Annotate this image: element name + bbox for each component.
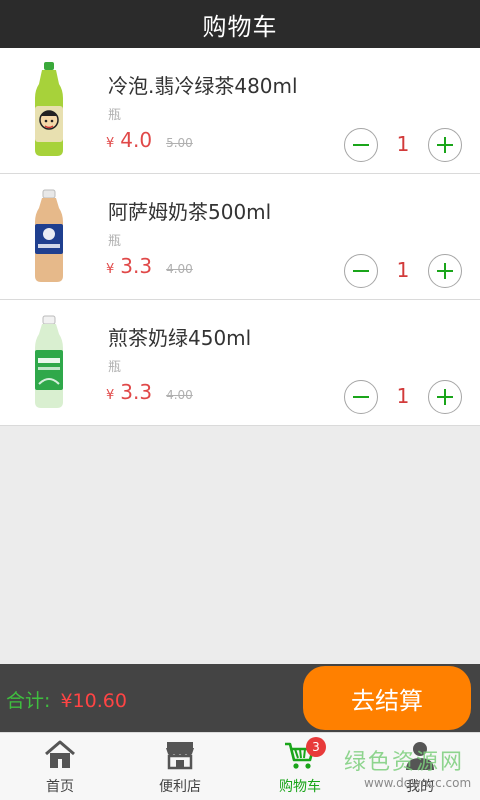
increase-quantity-button[interactable]	[428, 380, 462, 414]
product-image[interactable]	[20, 188, 78, 284]
quantity-value: 1	[396, 384, 410, 408]
cart-count-badge: 3	[306, 737, 326, 757]
quantity-value: 1	[396, 258, 410, 282]
currency-symbol: ¥	[106, 388, 115, 403]
tab-label: 我的	[406, 779, 434, 795]
sale-price: 3.3	[120, 254, 153, 278]
currency-symbol: ¥	[106, 136, 115, 151]
product-unit: 瓶	[108, 108, 122, 123]
product-image[interactable]	[20, 314, 78, 410]
total-amount: ¥10.60	[60, 690, 127, 712]
product-name[interactable]: 冷泡.翡冷绿茶480ml	[108, 70, 298, 99]
quantity-stepper: 1	[344, 380, 462, 414]
decrease-quantity-button[interactable]	[344, 380, 378, 414]
tab-store[interactable]: 便利店	[120, 733, 240, 800]
total-label: 合计:	[6, 690, 51, 712]
store-icon	[166, 742, 194, 770]
increase-quantity-button[interactable]	[428, 254, 462, 288]
quantity-stepper: 1	[344, 254, 462, 288]
plus-icon	[437, 389, 453, 405]
cart-list: 冷泡.翡冷绿茶480ml 瓶 ¥ 4.0 5.00 1 阿萨姆奶茶500ml 瓶…	[0, 48, 480, 426]
product-name[interactable]: 阿萨姆奶茶500ml	[108, 196, 271, 225]
minus-icon	[353, 396, 369, 398]
cart-total: 合计: ¥10.60	[6, 686, 127, 713]
checkout-button[interactable]: 去结算	[303, 666, 471, 730]
cart-item[interactable]: 阿萨姆奶茶500ml 瓶 ¥ 3.3 4.00 1	[0, 174, 480, 300]
product-unit: 瓶	[108, 360, 122, 375]
app-header: 购物车	[0, 0, 480, 48]
plus-icon	[437, 137, 453, 153]
plus-icon	[437, 263, 453, 279]
tab-label: 购物车	[279, 779, 321, 795]
decrease-quantity-button[interactable]	[344, 254, 378, 288]
product-name[interactable]: 煎茶奶绿450ml	[108, 322, 251, 351]
tab-cart[interactable]: 3 购物车	[240, 733, 360, 800]
bottled-green-milk-tea-icon	[35, 315, 63, 408]
checkout-bar: 合计: ¥10.60 去结算	[0, 664, 480, 732]
quantity-value: 1	[396, 132, 410, 156]
home-icon	[45, 740, 75, 768]
original-price: 4.00	[166, 262, 193, 276]
product-unit: 瓶	[108, 234, 122, 249]
tab-profile[interactable]: 我的	[360, 733, 480, 800]
tab-label: 首页	[46, 779, 74, 795]
bottom-tab-bar: 首页 便利店 3 购物车 我的	[0, 732, 480, 800]
page-title: 购物车	[202, 12, 278, 41]
increase-quantity-button[interactable]	[428, 128, 462, 162]
quantity-stepper: 1	[344, 128, 462, 162]
original-price: 5.00	[166, 136, 193, 150]
minus-icon	[353, 144, 369, 146]
user-icon	[406, 742, 434, 770]
product-price: ¥ 3.3 4.00	[106, 380, 193, 404]
decrease-quantity-button[interactable]	[344, 128, 378, 162]
sale-price: 4.0	[120, 128, 153, 152]
cart-item[interactable]: 冷泡.翡冷绿茶480ml 瓶 ¥ 4.0 5.00 1	[0, 48, 480, 174]
currency-symbol: ¥	[106, 262, 115, 277]
tab-home[interactable]: 首页	[0, 733, 120, 800]
original-price: 4.00	[166, 388, 193, 402]
sale-price: 3.3	[120, 380, 153, 404]
bottled-milk-tea-icon	[35, 189, 63, 282]
product-price: ¥ 3.3 4.00	[106, 254, 193, 278]
tab-label: 便利店	[159, 779, 201, 795]
bottled-green-tea-icon	[35, 62, 63, 156]
cart-item[interactable]: 煎茶奶绿450ml 瓶 ¥ 3.3 4.00 1	[0, 300, 480, 426]
minus-icon	[353, 270, 369, 272]
product-image[interactable]	[20, 62, 78, 158]
product-price: ¥ 4.0 5.00	[106, 128, 193, 152]
